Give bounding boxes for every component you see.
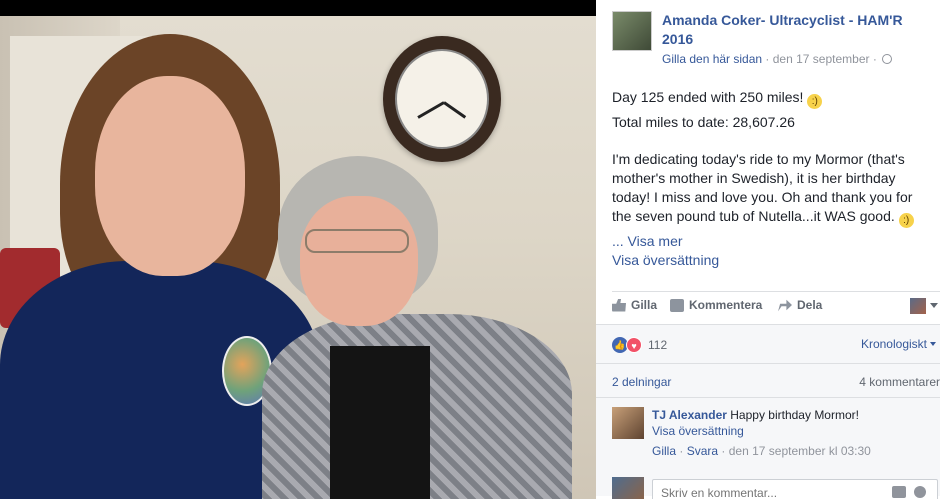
like-button[interactable]: Gilla <box>612 298 657 312</box>
comment-composer <box>612 477 940 499</box>
smile-emoji-icon: :) <box>807 94 823 109</box>
share-label: Dela <box>797 298 823 312</box>
photo-glasses <box>305 229 409 253</box>
post-date[interactable]: den 17 september <box>773 52 870 66</box>
post-panel: Amanda Coker- Ultracyclist - HAM'R 2016 … <box>596 0 940 499</box>
emoji-icon[interactable] <box>914 486 926 498</box>
comment-label: Kommentera <box>689 298 763 312</box>
comment-meta: Gilla · Svara · den 17 september kl 03:3… <box>652 443 932 459</box>
post-paragraph-1: Day 125 ended with 250 miles! <box>612 89 804 105</box>
page-name-link[interactable]: Amanda Coker- Ultracyclist - HAM'R 2016 <box>662 11 922 49</box>
camera-icon[interactable] <box>892 486 906 498</box>
like-page-link[interactable]: Gilla den här sidan <box>662 52 762 66</box>
comment-translate-link[interactable]: Visa översättning <box>652 423 932 439</box>
comment-like-link[interactable]: Gilla <box>652 444 676 458</box>
comments-count-link[interactable]: 4 kommentarer <box>859 375 940 389</box>
photo-person-right-shirt <box>330 346 430 499</box>
smile-emoji-icon: :) <box>898 213 914 228</box>
meta-separator: · <box>721 444 726 458</box>
page-avatar[interactable] <box>612 11 652 51</box>
clock-minute-hand <box>443 101 467 119</box>
comment-button[interactable]: Kommentera <box>670 298 762 312</box>
thumbs-up-icon <box>612 298 626 312</box>
comment-body: TJ Alexander Happy birthday Mormor! Visa… <box>652 407 932 459</box>
sort-dropdown[interactable]: Kronologiskt <box>861 337 936 351</box>
post-as-avatar[interactable] <box>910 298 926 314</box>
see-more-link[interactable]: ... Visa mer <box>612 232 932 251</box>
photo-person-right-face <box>300 196 418 326</box>
post-text: Day 125 ended with 250 miles! :) Total m… <box>612 88 932 274</box>
divider <box>596 397 940 398</box>
post-paragraph-3: I'm dedicating today's ride to my Mormor… <box>612 151 913 224</box>
photo-person-left-face <box>95 76 245 276</box>
photo-viewer[interactable] <box>0 0 596 499</box>
reactions-summary[interactable]: 👍 ♥ 112 <box>612 337 667 353</box>
action-bar: Gilla Kommentera Dela <box>612 298 940 318</box>
share-arrow-icon <box>778 299 792 312</box>
comment-timestamp[interactable]: den 17 september kl 03:30 <box>729 444 871 458</box>
globe-icon[interactable] <box>882 54 893 64</box>
post-photo[interactable] <box>0 16 596 499</box>
clock-face <box>395 49 489 149</box>
see-translation-link[interactable]: Visa översättning <box>612 251 932 270</box>
current-user-avatar <box>612 477 644 499</box>
photo-wall-clock <box>383 36 501 162</box>
meta-separator: · <box>679 444 684 458</box>
divider <box>596 363 940 364</box>
reactions-count: 112 <box>648 338 668 352</box>
shares-link[interactable]: 2 delningar <box>612 375 671 389</box>
meta-separator: · <box>872 52 877 66</box>
chevron-down-icon[interactable] <box>930 303 938 308</box>
like-label: Gilla <box>631 298 658 312</box>
comment-text: Happy birthday Mormor! <box>730 408 859 422</box>
post-paragraph-2: Total miles to date: 28,607.26 <box>612 114 795 130</box>
divider <box>612 291 940 292</box>
meta-separator: · <box>765 52 770 66</box>
comment-bubble-icon <box>670 298 684 312</box>
feedback-section: 👍 ♥ 112 Kronologiskt 2 delningar 4 komme… <box>596 324 940 499</box>
post-meta: Gilla den här sidan · den 17 september · <box>662 52 893 66</box>
share-button[interactable]: Dela <box>778 298 822 312</box>
commenter-avatar[interactable] <box>612 407 644 439</box>
clock-hour-hand <box>417 101 445 119</box>
composer-icons <box>892 486 926 498</box>
comment-reply-link[interactable]: Svara <box>687 444 718 458</box>
commenter-name[interactable]: TJ Alexander <box>652 408 727 422</box>
love-reaction-icon: ♥ <box>626 337 642 353</box>
